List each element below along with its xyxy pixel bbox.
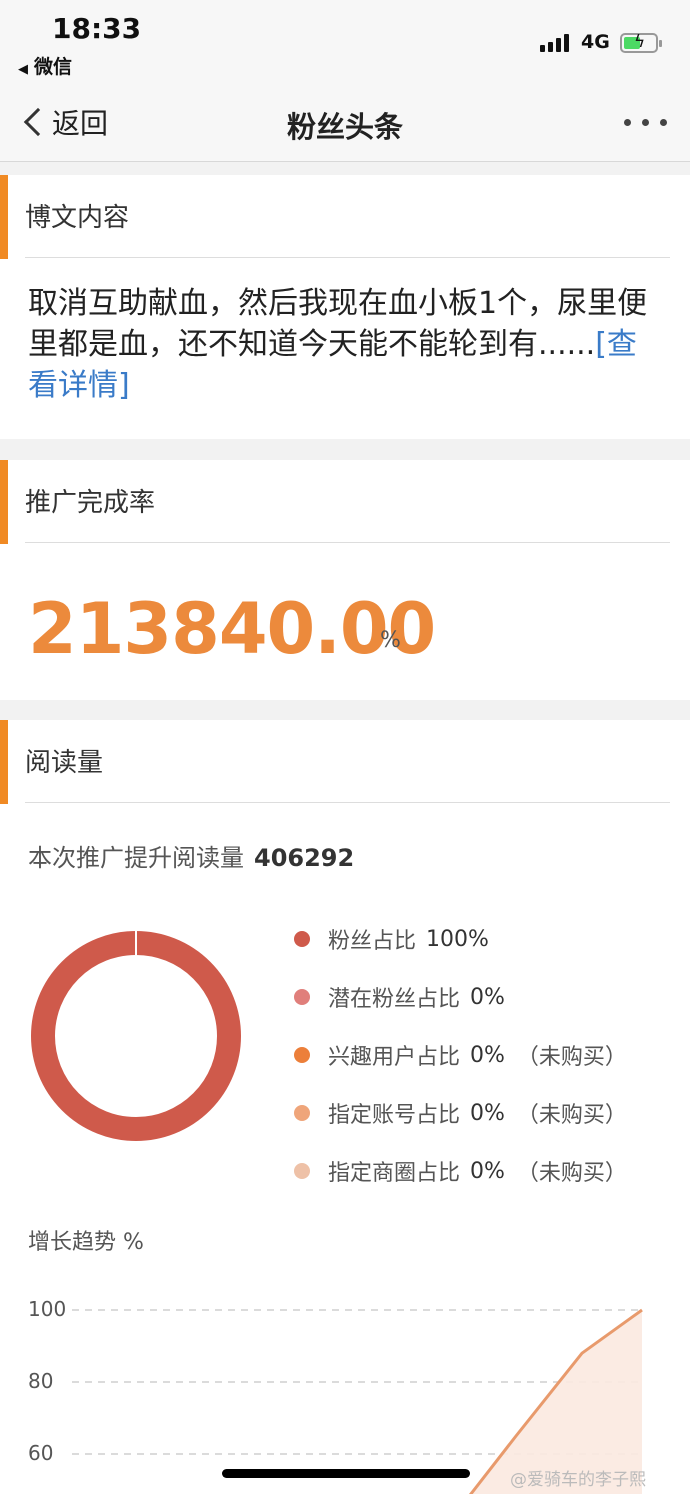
legend-value: 0% <box>470 1042 505 1068</box>
reading-boost: 本次推广提升阅读量 406292 <box>28 838 354 873</box>
article-excerpt: 取消互助献血，然后我现在血小板1个，尿里便里都是血，还不知道今天能不能轮到有..… <box>28 283 653 406</box>
legend-label: 粉丝占比 <box>328 929 417 954</box>
legend-note: （未购买） <box>516 1161 627 1186</box>
network-type: 4G <box>581 31 610 53</box>
chevron-left-icon <box>23 107 53 137</box>
legend-label: 潜在粉丝占比 <box>328 987 461 1012</box>
legend-label: 兴趣用户占比 <box>328 1045 461 1070</box>
section-accent <box>0 460 8 544</box>
battery-icon: ϟ <box>620 32 662 53</box>
legend-dot-icon <box>294 1105 310 1121</box>
trend-chart-title: 增长趋势 % <box>28 1230 144 1255</box>
legend-value: 100% <box>426 926 489 952</box>
legend-item: 潜在粉丝占比 0% <box>294 982 505 1012</box>
article-section-title: 博文内容 <box>25 203 130 233</box>
reading-section-title: 阅读量 <box>25 748 104 778</box>
back-triangle-icon: ◀ <box>18 62 28 77</box>
completion-card: 推广完成率 213840.00 % <box>0 460 690 700</box>
legend-label: 指定账号占比 <box>328 1103 461 1128</box>
reading-boost-label: 本次推广提升阅读量 <box>28 844 244 872</box>
reading-boost-value: 406292 <box>254 844 355 872</box>
completion-rate-value: 213840.00 <box>28 588 436 670</box>
legend-dot-icon <box>294 1047 310 1063</box>
audience-donut-chart <box>31 931 241 1141</box>
legend-dot-icon <box>294 931 310 947</box>
section-accent <box>0 175 8 259</box>
legend-item: 粉丝占比 100% <box>294 924 489 954</box>
home-indicator[interactable] <box>222 1469 470 1478</box>
back-button[interactable]: 返回 <box>20 102 108 142</box>
back-app-label: 微信 <box>34 56 73 78</box>
status-time: 18:33 <box>52 12 142 45</box>
legend-note: （未购买） <box>516 1103 627 1128</box>
back-button-label: 返回 <box>52 107 109 140</box>
growth-trend-chart <box>72 1308 643 1494</box>
article-card: 博文内容 取消互助献血，然后我现在血小板1个，尿里便里都是血，还不知道今天能不能… <box>0 175 690 439</box>
reading-card: 阅读量 本次推广提升阅读量 406292 粉丝占比 100% 潜在粉丝占比 0% 兴趣用户… <box>0 720 690 1494</box>
legend-value: 0% <box>470 1100 505 1126</box>
legend-item: 指定账号占比 0% （未购买） <box>294 1098 627 1128</box>
legend-value: 0% <box>470 1158 505 1184</box>
divider <box>25 257 670 258</box>
completion-rate-unit: % <box>380 628 401 653</box>
watermark: @爱骑车的李子熙 <box>510 1470 646 1490</box>
signal-icon <box>540 34 576 52</box>
legend-item: 兴趣用户占比 0% （未购买） <box>294 1040 627 1070</box>
back-to-app-link[interactable]: ◀ 微信 <box>18 52 72 79</box>
legend-dot-icon <box>294 1163 310 1179</box>
divider <box>25 542 670 543</box>
legend-label: 指定商圈占比 <box>328 1161 461 1186</box>
status-bar: 18:33 ◀ 微信 4G ϟ <box>0 0 690 82</box>
divider <box>25 802 670 803</box>
excerpt-text: 取消互助献血，然后我现在血小板1个，尿里便里都是血，还不知道今天能不能轮到有..… <box>28 286 648 362</box>
legend-note: （未购买） <box>516 1045 627 1070</box>
legend-value: 0% <box>470 984 505 1010</box>
pie-slice <box>31 931 241 1141</box>
section-accent <box>0 720 8 804</box>
nav-bar: 返回 粉丝头条 <box>0 82 690 162</box>
legend-item: 指定商圈占比 0% （未购买） <box>294 1156 627 1186</box>
legend-dot-icon <box>294 989 310 1005</box>
more-options-icon[interactable] <box>620 119 670 129</box>
completion-section-title: 推广完成率 <box>25 488 156 518</box>
